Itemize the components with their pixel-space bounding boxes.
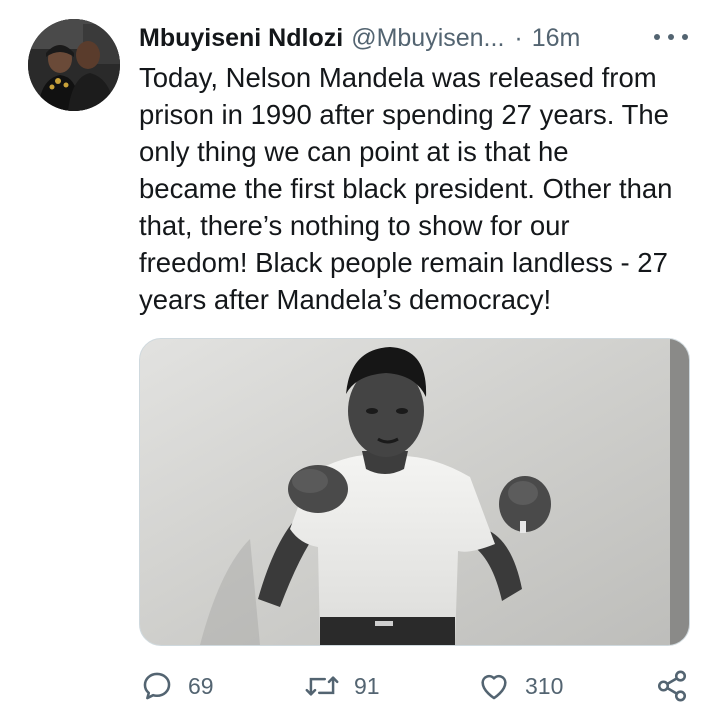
timestamp[interactable]: 16m xyxy=(532,24,581,53)
retweet-button[interactable]: 91 xyxy=(304,664,380,708)
retweet-count: 91 xyxy=(354,672,380,699)
tweet-media-photo[interactable] xyxy=(139,338,690,646)
boxer-photo xyxy=(140,339,689,645)
avatar-photo xyxy=(28,19,120,111)
more-dot xyxy=(682,34,688,40)
tweet-text-line: only thing we can point at is that he xyxy=(139,136,569,167)
author-name[interactable]: Mbuyiseni Ndlozi xyxy=(139,24,343,53)
like-button[interactable]: 310 xyxy=(477,664,563,708)
reply-button[interactable]: 69 xyxy=(140,664,214,708)
separator-dot: · xyxy=(514,23,523,52)
share-button[interactable] xyxy=(654,664,690,708)
tweet-actions: 69 91 310 xyxy=(0,664,720,708)
tweet-text-line: prison in 1990 after spending 27 years. … xyxy=(139,99,669,130)
reply-icon xyxy=(143,672,171,700)
tweet-text-line: became the first black president. Other … xyxy=(139,173,673,204)
like-count: 310 xyxy=(525,672,564,699)
tweet-text-line: years after Mandela’s democracy! xyxy=(139,284,552,315)
heart-icon xyxy=(481,674,507,700)
tweet: Mbuyiseni Ndlozi @Mbuyisen... · 16m Toda… xyxy=(0,0,720,720)
tweet-text-line: Today, Nelson Mandela was released from xyxy=(139,62,657,93)
tweet-text: Today, Nelson Mandela was released from … xyxy=(139,59,705,318)
author-handle[interactable]: @Mbuyisen... xyxy=(351,24,504,53)
more-dot xyxy=(668,34,674,40)
tweet-text-line: freedom! Black people remain landless - … xyxy=(139,247,668,278)
more-options-icon[interactable] xyxy=(654,26,688,48)
avatar[interactable] xyxy=(28,19,120,111)
tweet-header: Mbuyiseni Ndlozi @Mbuyisen... · 16m xyxy=(139,20,699,56)
tweet-text-line: that, there’s nothing to show for our xyxy=(139,210,570,241)
reply-count: 69 xyxy=(188,672,214,699)
more-dot xyxy=(654,34,660,40)
share-icon xyxy=(657,670,687,702)
retweet-icon xyxy=(305,676,339,696)
